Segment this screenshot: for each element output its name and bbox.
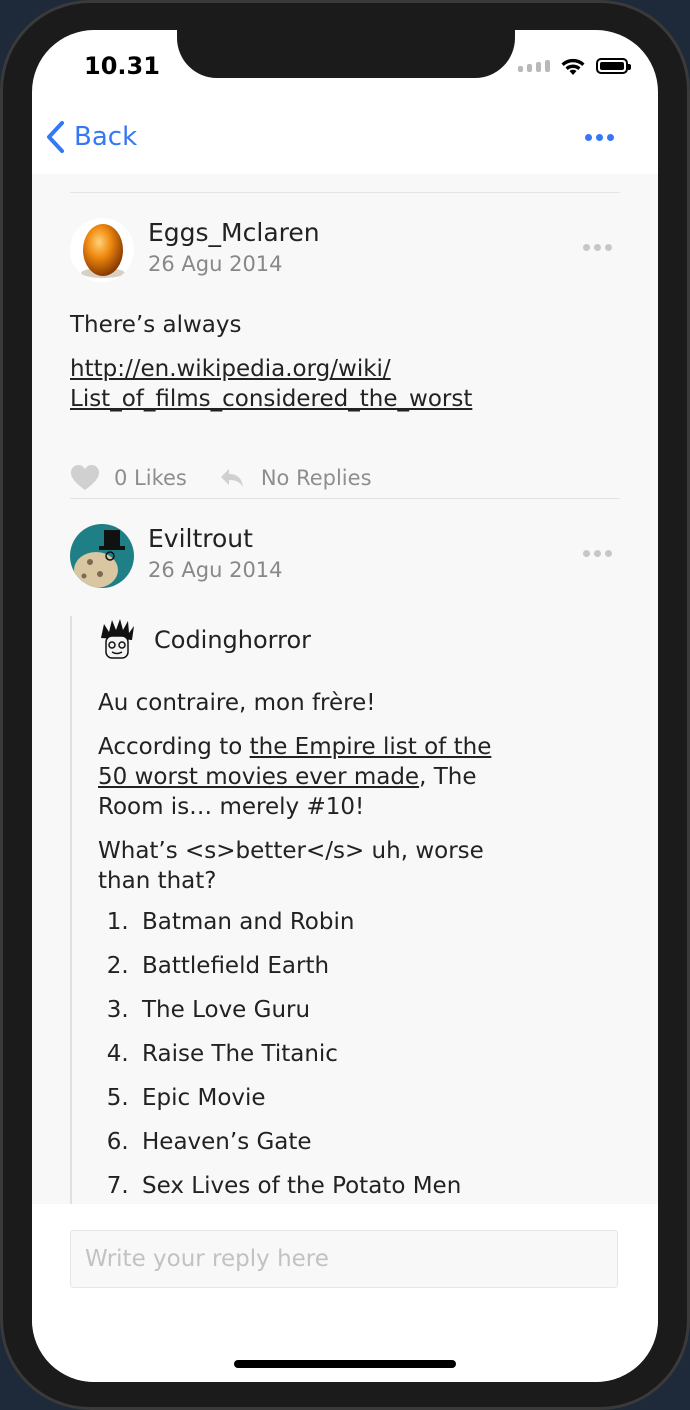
empire-list-link[interactable]: the Empire list of the [250, 734, 492, 760]
post-menu-ellipsis-icon[interactable] [583, 244, 612, 251]
post-author[interactable]: Eggs_Mclaren [148, 218, 320, 247]
empire-list-link-cont[interactable]: 50 worst movies ever made [98, 764, 419, 790]
quote-author[interactable]: Codinghorror [154, 626, 311, 654]
avatar[interactable] [70, 524, 134, 588]
reply-icon [220, 469, 243, 487]
quote-paragraph: According to the Empire list of the 50 w… [98, 734, 492, 820]
post-menu-ellipsis-icon[interactable] [583, 550, 612, 557]
reply-count: No Replies [260, 466, 372, 490]
codinghorror-avatar-icon [101, 619, 134, 659]
reply-bar [32, 1204, 658, 1382]
avatar[interactable] [70, 218, 134, 282]
reply-input[interactable] [70, 1230, 618, 1288]
status-icons [518, 56, 631, 76]
list-item: The Love Guru [136, 988, 598, 1032]
ellipsis-icon[interactable] [585, 134, 614, 141]
post-author[interactable]: Eviltrout [148, 524, 253, 553]
post-item: Eggs_Mclaren 26 Agu 2014 There’s always … [70, 218, 620, 490]
post-text: There’s always [70, 312, 242, 338]
like-count: 0 Likes [114, 466, 187, 490]
list-item: Batman and Robin [136, 900, 598, 944]
cellular-signal-icon [518, 60, 550, 72]
list-item: Raise The Titanic [136, 1032, 598, 1076]
quote-block: Codinghorror Au contraire, mon frère! Ac… [70, 616, 598, 1204]
heart-icon [71, 465, 99, 490]
back-button[interactable]: Back [44, 120, 137, 154]
chevron-left-icon [47, 121, 64, 153]
list-item: Sex Lives of the Potato Men [136, 1164, 598, 1204]
post-body: There’s always http://en.wikipedia.org/w… [70, 310, 472, 414]
quote-header: Codinghorror [98, 616, 598, 664]
list-item: Epic Movie [136, 1076, 598, 1120]
divider [70, 498, 620, 499]
list-item: Battlefield Earth [136, 944, 598, 988]
quote-paragraph: What’s <s>better</s> uh, worse than that… [98, 838, 484, 894]
battery-icon [596, 58, 631, 74]
home-indicator[interactable] [234, 1360, 456, 1368]
post-link[interactable]: http://en.wikipedia.org/wiki/ List_of_fi… [70, 354, 472, 414]
like-button[interactable]: 0 Likes [70, 464, 187, 492]
back-label: Back [74, 122, 138, 152]
screen: 10.31 Back Eggs_Mclaren 26 Agu 2014 Ther… [32, 30, 658, 1382]
post-date: 26 Agu 2014 [148, 252, 283, 276]
device-notch [177, 30, 515, 78]
reply-button[interactable]: No Replies [219, 466, 372, 490]
quote-paragraph: Au contraire, mon frère! [98, 690, 376, 716]
wifi-icon [561, 58, 585, 75]
topic-stream: Eggs_Mclaren 26 Agu 2014 There’s always … [32, 174, 658, 1204]
navigation-bar: Back [32, 110, 658, 174]
movie-list: Batman and Robin Battlefield Earth The L… [98, 900, 598, 1204]
device-frame: 10.31 Back Eggs_Mclaren 26 Agu 2014 Ther… [0, 0, 690, 1410]
post-actions: 0 Likes No Replies [70, 464, 372, 492]
golden-egg-avatar-icon [70, 218, 134, 282]
post-date: 26 Agu 2014 [148, 558, 283, 582]
status-time: 10.31 [84, 52, 160, 80]
list-item: Heaven’s Gate [136, 1120, 598, 1164]
divider [70, 192, 620, 193]
cat-with-top-hat-avatar-icon [70, 524, 134, 588]
quote-body: Au contraire, mon frère! According to th… [98, 688, 598, 1204]
